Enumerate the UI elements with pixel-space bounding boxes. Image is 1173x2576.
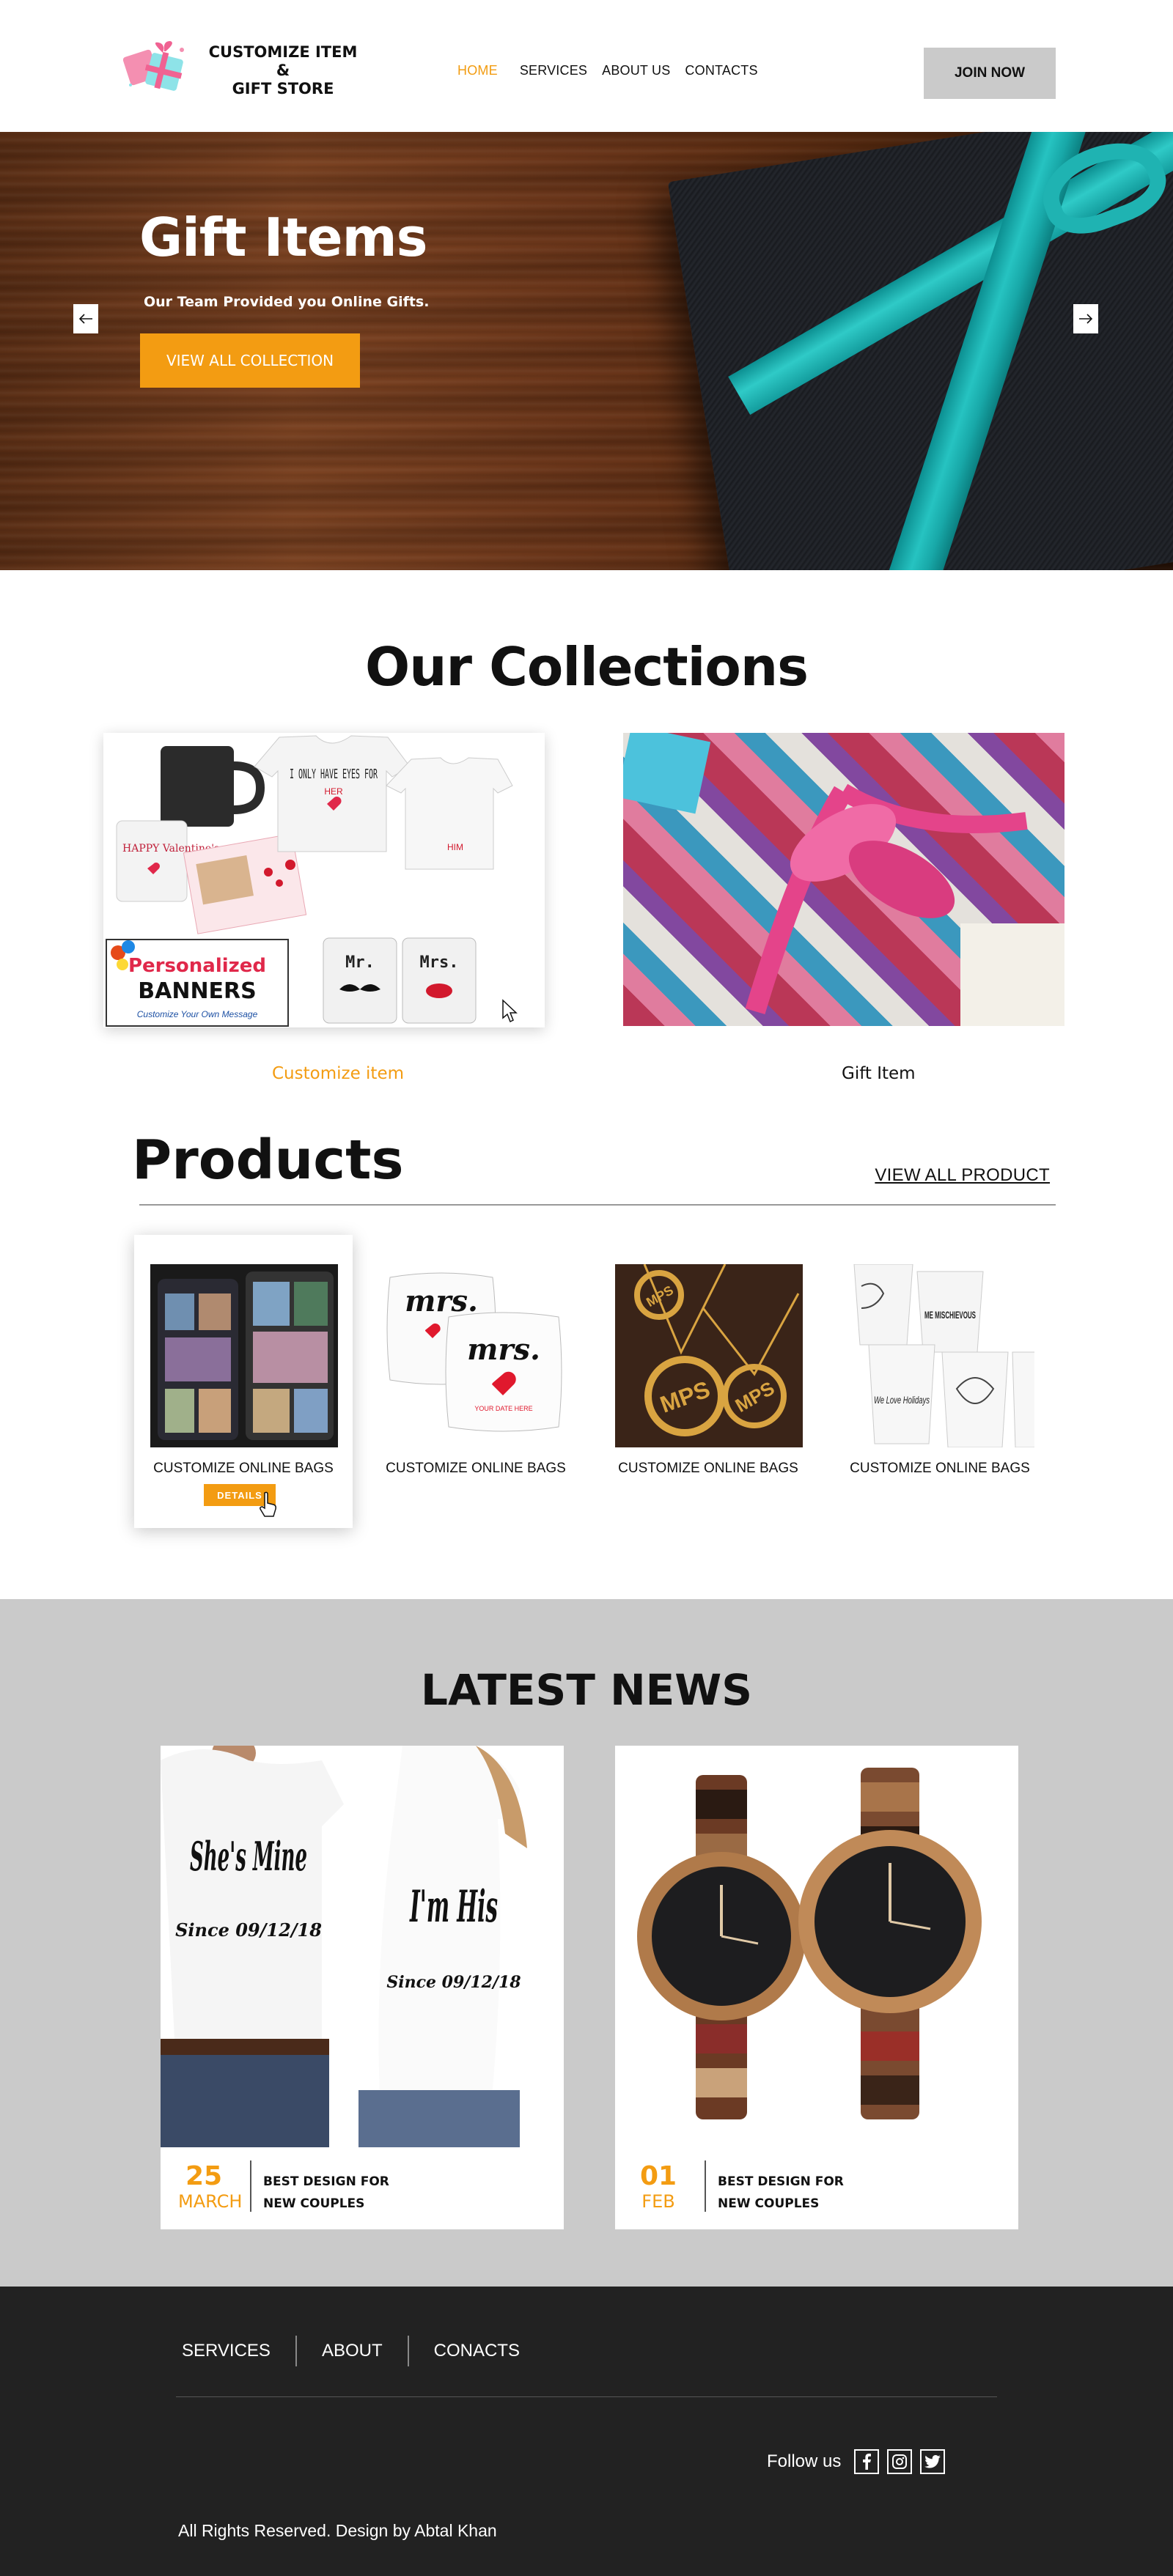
gift-collection-image — [623, 733, 1064, 1026]
customize-collection-image: HAPPY Valentine's I ONLY HAVE EYES FOR H… — [103, 733, 545, 1027]
banner-title-2: BANNERS — [138, 978, 257, 1004]
news-day: 25 — [185, 2161, 223, 2191]
footer-nav-divider — [295, 2336, 297, 2366]
hero-title: Gift Items — [139, 207, 428, 268]
news-month: MARCH — [178, 2191, 243, 2212]
facebook-icon[interactable] — [854, 2449, 879, 2474]
cup-text-2: We Love Holidays — [874, 1394, 930, 1406]
news-headline-line-1: BEST DESIGN FOR — [718, 2174, 844, 2189]
tee-him-text: HIM — [447, 842, 463, 852]
product-card[interactable]: ME MISCHIEVOUS We Love Holidays CUSTOMIZ… — [831, 1235, 1049, 1528]
gift-logo-icon — [122, 41, 205, 100]
pillow-text-1: mrs. — [405, 1284, 478, 1318]
hero-subtitle: Our Team Provided you Online Gifts. — [144, 294, 430, 310]
news-divider — [705, 2160, 706, 2212]
footer-link-services[interactable]: SERVICES — [182, 2341, 271, 2361]
logo[interactable]: CUSTOMIZE ITEM & GIFT STORE — [122, 41, 365, 100]
news-headline-line-1: BEST DESIGN FOR — [263, 2174, 389, 2189]
nav-services[interactable]: SERVICES — [520, 63, 587, 78]
collections-title: Our Collections — [365, 636, 809, 698]
site-footer: SERVICES ABOUT CONACTS Follow us All Rig… — [0, 2287, 1173, 2576]
collection-card-gift[interactable] — [623, 733, 1064, 1026]
product-name: CUSTOMIZE ONLINE BAGS — [618, 1461, 798, 1476]
mug-mr-text: Mr. — [345, 953, 375, 972]
carousel-next-button[interactable] — [1073, 304, 1098, 333]
product-card[interactable]: CUSTOMIZE ONLINE BAGS DETAILS — [134, 1235, 353, 1528]
product-image — [150, 1264, 338, 1447]
tee-her-text: HER — [324, 786, 343, 797]
product-name: CUSTOMIZE ONLINE BAGS — [386, 1461, 566, 1476]
footer-link-about[interactable]: ABOUT — [322, 2341, 383, 2361]
news-headline-line-2: NEW COUPLES — [263, 2196, 365, 2211]
instagram-icon[interactable] — [887, 2449, 912, 2474]
product-image: mrs. mrs. YOUR DATE HERE — [383, 1264, 570, 1447]
shirt-text-1: She's Mine — [190, 1833, 307, 1880]
logo-line-1: CUSTOMIZE ITEM & — [208, 43, 358, 79]
nav-home[interactable]: HOME — [457, 63, 498, 78]
banner-title: Personalized — [128, 955, 266, 977]
news-day: 01 — [639, 2161, 677, 2191]
news-card[interactable]: 01 FEB BEST DESIGN FOR NEW COUPLES — [615, 1746, 1018, 2229]
footer-nav: SERVICES ABOUT CONACTS — [182, 2336, 520, 2366]
arrow-right-icon — [1079, 314, 1093, 324]
news-headline[interactable]: BEST DESIGN FOR NEW COUPLES — [263, 2171, 439, 2215]
product-name: CUSTOMIZE ONLINE BAGS — [850, 1461, 1030, 1476]
product-name: CUSTOMIZE ONLINE BAGS — [153, 1461, 334, 1476]
news-headline[interactable]: BEST DESIGN FOR NEW COUPLES — [718, 2171, 894, 2215]
twitter-icon[interactable] — [920, 2449, 945, 2474]
mug-mrs-text: Mrs. — [420, 953, 459, 972]
product-card[interactable]: MPS MPS MPS CUSTOMIZE ONLINE BAGS — [599, 1235, 817, 1528]
news-date: 25 MARCH — [178, 2161, 243, 2213]
main-nav: HOME SERVICES ABOUT US CONTACTS — [457, 63, 780, 78]
collection-card-customize[interactable]: HAPPY Valentine's I ONLY HAVE EYES FOR H… — [103, 733, 545, 1027]
footer-divider — [176, 2396, 997, 2397]
logo-text: CUSTOMIZE ITEM & GIFT STORE — [205, 43, 361, 98]
site-header: CUSTOMIZE ITEM & GIFT STORE HOME SERVICE… — [0, 0, 1173, 132]
news-image — [615, 1746, 1018, 2147]
product-card[interactable]: mrs. mrs. YOUR DATE HERE CUSTOMIZE ONLIN… — [367, 1235, 585, 1528]
news-card[interactable]: She's Mine Since 09/12/18 I'm His Since … — [161, 1746, 564, 2229]
join-now-button[interactable]: JOIN NOW — [924, 48, 1056, 99]
news-month: FEB — [641, 2191, 675, 2212]
news-date: 01 FEB — [633, 2161, 684, 2213]
cup-text-1: ME MISCHIEVOUS — [924, 1309, 976, 1321]
shirt-sub-2: Since 09/12/18 — [386, 1973, 521, 1992]
arrow-left-icon — [78, 314, 92, 324]
hand-cursor-icon — [260, 1491, 276, 1517]
shirt-sub-1: Since 09/12/18 — [175, 1919, 322, 1941]
products-divider — [139, 1204, 1056, 1206]
logo-line-2: GIFT STORE — [232, 79, 334, 97]
news-headline-line-2: NEW COUPLES — [718, 2196, 820, 2211]
products-title: Products — [132, 1129, 404, 1192]
product-image: ME MISCHIEVOUS We Love Holidays — [847, 1264, 1034, 1447]
nav-contacts[interactable]: CONTACTS — [685, 63, 757, 78]
copyright-text: All Rights Reserved. Design by Abtal Kha… — [178, 2521, 497, 2540]
hero-banner: Gift Items Our Team Provided you Online … — [0, 132, 1173, 570]
footer-nav-divider — [407, 2336, 409, 2366]
news-image: She's Mine Since 09/12/18 I'm His Since … — [161, 1746, 564, 2147]
carousel-prev-button[interactable] — [73, 304, 98, 333]
footer-link-contacts[interactable]: CONACTS — [434, 2341, 520, 2361]
shirt-text-2: I'm His — [409, 1881, 498, 1933]
news-divider — [250, 2160, 251, 2212]
tee-text: I ONLY HAVE EYES FOR — [290, 767, 378, 782]
banner-sub: Customize Your Own Message — [137, 1009, 258, 1019]
pillow-text-2: mrs. — [467, 1332, 540, 1367]
nav-about-us[interactable]: ABOUT US — [602, 63, 670, 78]
collection-label-gift[interactable]: Gift Item — [842, 1064, 916, 1083]
product-image: MPS MPS MPS — [615, 1264, 803, 1447]
pillow-sub: YOUR DATE HERE — [474, 1405, 532, 1412]
latest-news-title: LATEST NEWS — [421, 1665, 752, 1715]
view-all-collection-button[interactable]: VIEW ALL COLLECTION — [140, 333, 360, 388]
view-all-product-link[interactable]: VIEW ALL PRODUCT — [875, 1165, 1050, 1186]
follow-us-label: Follow us — [767, 2451, 842, 2471]
collection-label-customize[interactable]: Customize item — [272, 1064, 404, 1083]
